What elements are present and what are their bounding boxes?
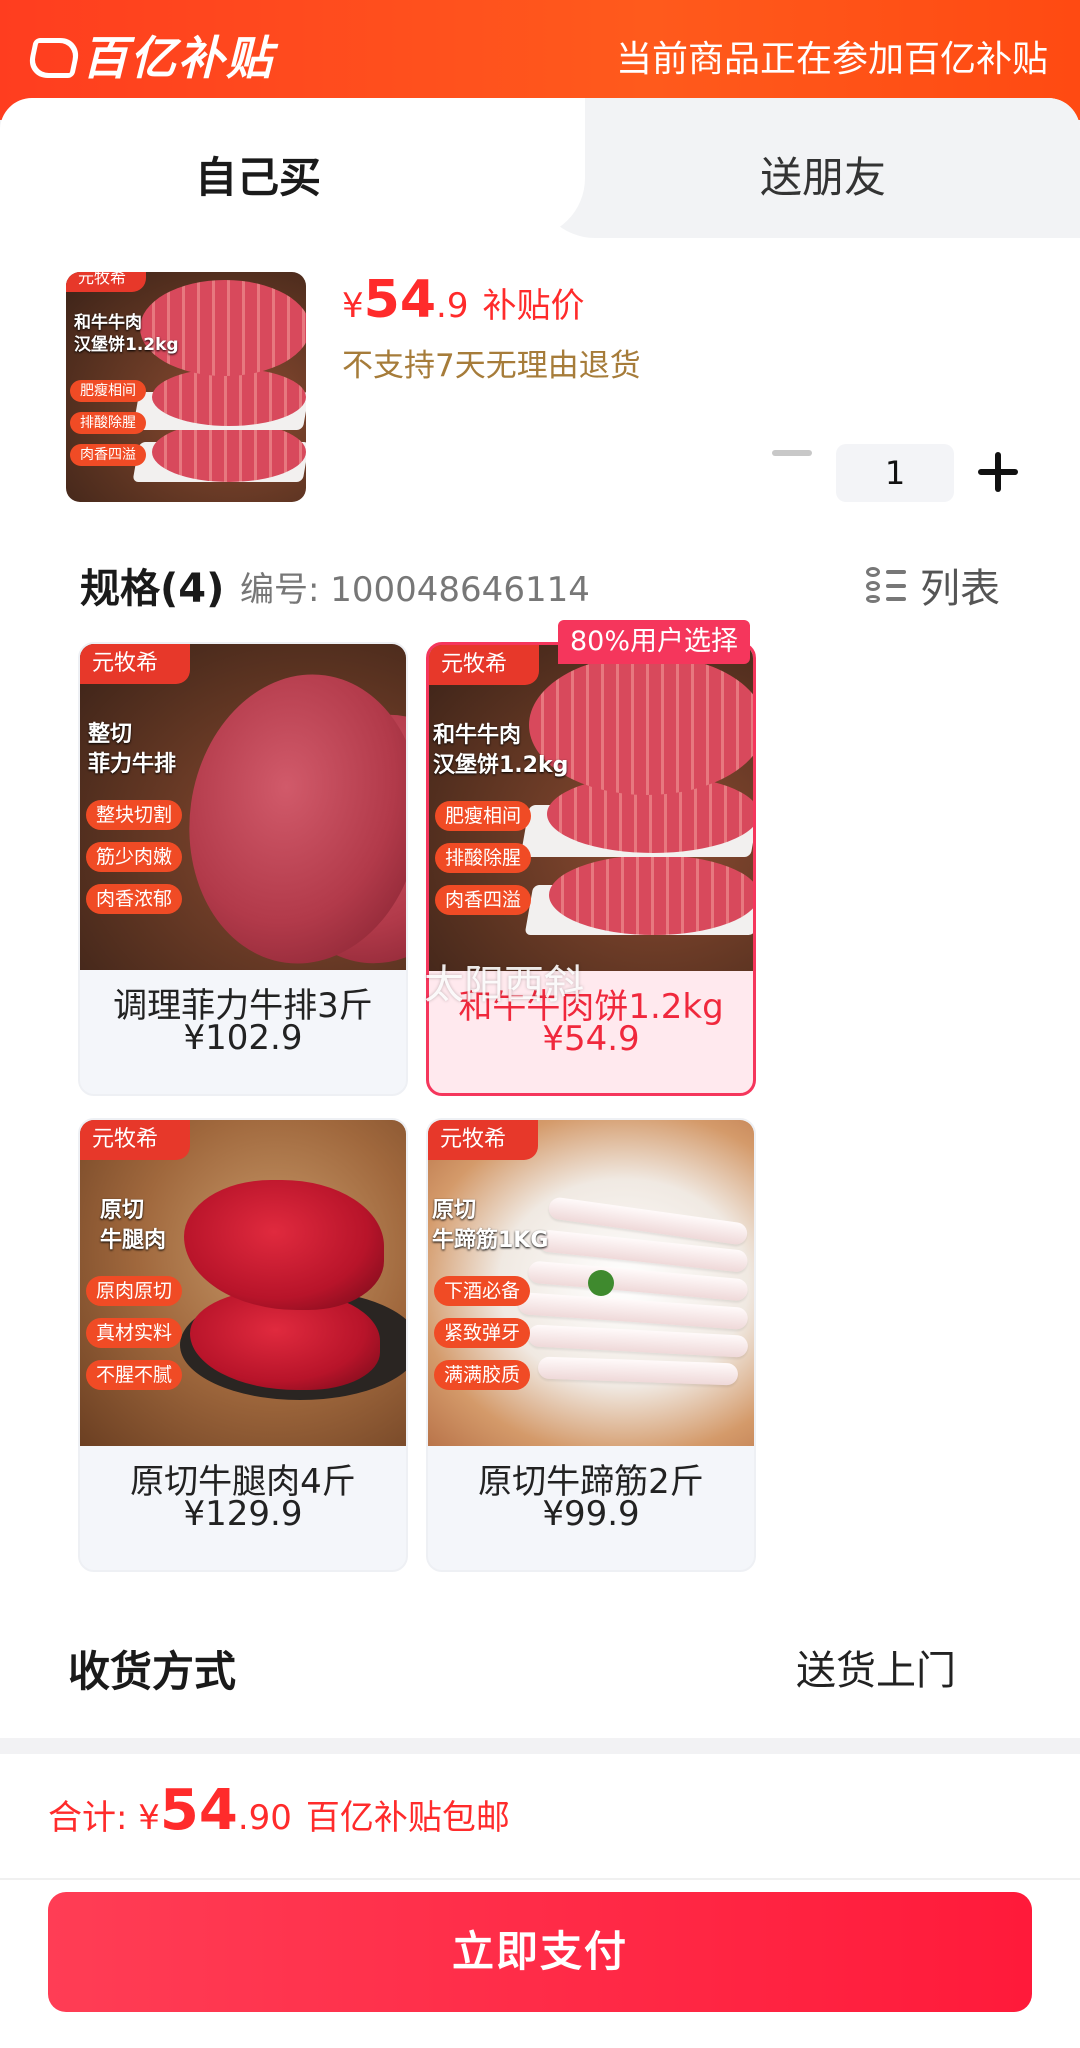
thumb-title-line: 和牛牛肉 <box>74 313 142 333</box>
quantity-input[interactable]: 1 <box>836 444 954 502</box>
brand-tag: 元牧希 <box>428 1120 538 1160</box>
list-view-label: 列表 <box>920 566 1000 612</box>
tab-send-friend[interactable]: 送朋友 <box>760 144 886 205</box>
herb-image <box>588 1270 614 1296</box>
feature-chip: 满满胶质 <box>434 1360 531 1390</box>
beef-image <box>184 1180 384 1310</box>
spec-price: ¥54.9 <box>542 1019 640 1059</box>
image-title: 原切 牛腿肉 <box>100 1196 166 1256</box>
image-title: 整切 菲力牛排 <box>88 720 176 780</box>
currency-symbol: ¥ <box>138 1798 160 1838</box>
thumb-title: 和牛牛肉 汉堡饼1.2kg <box>74 312 179 356</box>
spec-image: 元牧希 原切牛腿肉 原肉原切 真材实料 不腥不腻 <box>80 1120 406 1446</box>
image-title-line: 汉堡饼1.2kg <box>433 753 569 778</box>
tendon-image <box>537 1356 739 1386</box>
image-title-line: 牛蹄筋1KG <box>432 1228 549 1253</box>
subsidy-logo-icon <box>25 38 83 78</box>
list-icon <box>866 565 906 605</box>
image-title-line: 原切 <box>432 1198 477 1223</box>
feature-chip: 整块切割 <box>86 800 183 830</box>
feature-chip: 下酒必备 <box>434 1276 531 1306</box>
spec-option[interactable]: 元牧希 原切 牛蹄筋1KG 下酒必备 紧致弹牙 满满胶质 原切牛蹄筋2斤 ¥99.… <box>426 1118 756 1572</box>
return-policy: 不支持7天无理由退货 <box>342 348 641 384</box>
spec-price: ¥102.9 <box>183 1018 303 1058</box>
feature-chip: 肥瘦相间 <box>70 380 146 402</box>
footer-divider <box>0 1878 1080 1880</box>
price-decimal: .9 <box>436 286 469 326</box>
feature-chip: 筋少肉嫩 <box>86 842 183 872</box>
brand-tag: 元牧希 <box>80 644 190 684</box>
brand-tag: 元牧希 <box>66 272 146 292</box>
tendon-image <box>527 1324 749 1358</box>
delivery-method[interactable]: 送货上门 <box>796 1638 956 1696</box>
feature-chip: 真材实料 <box>86 1318 183 1348</box>
feature-chip: 肉香四溢 <box>70 444 146 466</box>
image-title-line: 原切 <box>100 1198 145 1223</box>
price-integer: 54 <box>363 270 437 330</box>
spec-image: 元牧希 和牛牛肉汉堡饼1.2kg 肥瘦相间 排酸除腥 肉香四溢 <box>429 645 753 971</box>
feature-chip: 原肉原切 <box>86 1276 183 1306</box>
feature-chip: 肥瘦相间 <box>435 801 532 831</box>
subsidy-logo-text: 百亿补贴 <box>82 31 274 85</box>
feature-chip: 不腥不腻 <box>86 1360 183 1390</box>
watermark-text: 太阳西斜 <box>424 962 584 1008</box>
image-title: 原切牛蹄筋1KG <box>432 1196 548 1256</box>
tab-buy-self[interactable]: 自己买 <box>195 144 321 205</box>
order-total: 合计: ¥54.90 百亿补贴包邮 <box>48 1778 510 1843</box>
patty-image <box>152 422 306 482</box>
image-chips: 原肉原切 真材实料 不腥不腻 <box>86 1276 183 1402</box>
price-tag: 补贴价 <box>482 286 585 326</box>
total-decimal: .90 <box>237 1798 292 1838</box>
total-integer: 54 <box>159 1778 238 1843</box>
image-title: 和牛牛肉汉堡饼1.2kg <box>433 721 568 781</box>
currency-symbol: ¥ <box>342 286 364 326</box>
image-chips: 整块切割 筋少肉嫩 肉香浓郁 <box>86 800 183 926</box>
app-root: 百亿补贴 当前商品正在参加百亿补贴 自己买 送朋友 元牧希 和牛牛肉 汉堡饼1.… <box>0 0 1080 2048</box>
steak-image <box>170 659 406 970</box>
image-title-line: 和牛牛肉 <box>433 723 522 748</box>
spec-price: ¥129.9 <box>183 1494 303 1534</box>
image-title-line: 菲力牛排 <box>88 752 177 777</box>
spec-title: 规格(4) <box>80 566 225 612</box>
thumb-chips: 肥瘦相间 排酸除腥 肉香四溢 <box>70 380 146 476</box>
pay-now-button[interactable]: 立即支付 <box>48 1892 1032 2012</box>
total-label: 合计: <box>48 1798 139 1838</box>
feature-chip: 排酸除腥 <box>435 843 532 873</box>
popular-badge: 80%用户选择 <box>558 620 751 664</box>
spec-image: 元牧希 原切牛蹄筋1KG 下酒必备 紧致弹牙 满满胶质 <box>428 1120 754 1446</box>
brand-tag: 元牧希 <box>80 1120 190 1160</box>
quantity-increase-button[interactable] <box>978 452 1018 492</box>
feature-chip: 肉香四溢 <box>435 885 532 915</box>
patty-image <box>549 855 753 935</box>
spec-image: 元牧希 整切菲力牛排 整块切割 筋少肉嫩 肉香浓郁 <box>80 644 406 970</box>
image-chips: 下酒必备 紧致弹牙 满满胶质 <box>434 1276 531 1402</box>
brand-tag: 元牧希 <box>429 645 539 685</box>
image-title-line: 牛腿肉 <box>100 1228 167 1253</box>
thumb-title-line: 汉堡饼1.2kg <box>74 335 179 355</box>
patty-image <box>152 368 306 426</box>
subsidy-notice: 当前商品正在参加百亿补贴 <box>615 39 1048 80</box>
spec-option-selected[interactable]: 元牧希 和牛牛肉 汉堡饼1.2kg 肥瘦相间 排酸除腥 肉香四溢 和牛牛肉饼1.2… <box>426 642 756 1096</box>
image-title-line: 整切 <box>88 722 133 747</box>
product-code: 编号: 100048646114 <box>240 570 590 610</box>
spec-option[interactable]: 元牧希 整切 菲力牛排 整块切割 筋少肉嫩 肉香浓郁 调理菲力牛排3斤 ¥102.… <box>78 642 408 1096</box>
delivery-label: 收货方式 <box>68 1647 237 1696</box>
feature-chip: 排酸除腥 <box>70 412 146 434</box>
spec-price: ¥99.9 <box>542 1494 640 1534</box>
list-view-toggle[interactable]: 列表 <box>866 556 1000 614</box>
quantity-decrease-button[interactable] <box>772 450 812 456</box>
section-divider <box>0 1740 1080 1754</box>
subsidy-logo: 百亿补贴 <box>25 22 274 88</box>
product-thumbnail[interactable]: 元牧希 和牛牛肉 汉堡饼1.2kg 肥瘦相间 排酸除腥 肉香四溢 <box>66 272 306 502</box>
image-chips: 肥瘦相间 排酸除腥 肉香四溢 <box>435 801 532 927</box>
shipping-note: 百亿补贴包邮 <box>305 1798 510 1838</box>
subsidy-price: ¥54.9 补贴价 <box>342 270 584 330</box>
spec-option[interactable]: 元牧希 原切 牛腿肉 原肉原切 真材实料 不腥不腻 原切牛腿肉4斤 ¥129.9 <box>78 1118 408 1572</box>
feature-chip: 紧致弹牙 <box>434 1318 531 1348</box>
feature-chip: 肉香浓郁 <box>86 884 183 914</box>
